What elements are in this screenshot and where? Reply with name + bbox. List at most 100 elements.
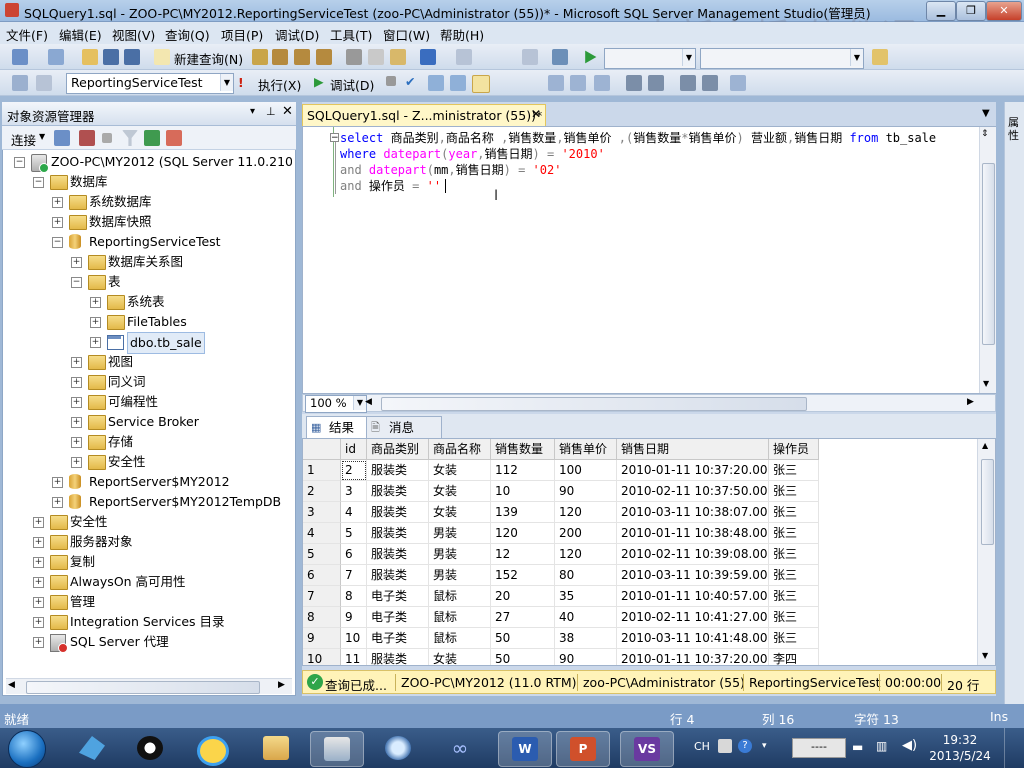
menu-query[interactable]: 查询(Q) bbox=[165, 25, 210, 44]
grid-cell[interactable]: 2010-01-11 10:37:20.000 bbox=[617, 649, 769, 665]
taskbar-word[interactable]: W bbox=[498, 731, 552, 767]
menu-debug[interactable]: 调试(D) bbox=[275, 25, 319, 44]
save-icon[interactable] bbox=[103, 49, 119, 65]
expand-node-icon[interactable]: + bbox=[90, 317, 101, 328]
scroll-down-icon[interactable]: ▼ bbox=[983, 379, 989, 388]
redo-icon[interactable] bbox=[456, 49, 472, 65]
column-header[interactable]: 操作员 bbox=[769, 439, 819, 460]
start-debug-icon[interactable] bbox=[585, 50, 597, 64]
show-desktop-button[interactable] bbox=[1004, 728, 1024, 768]
tree-node[interactable]: − 表 bbox=[6, 272, 292, 292]
expand-node-icon[interactable]: + bbox=[33, 557, 44, 568]
execute-button[interactable]: 执行(X) bbox=[258, 75, 301, 94]
help-icon[interactable]: ? bbox=[738, 739, 752, 753]
scroll-down-icon[interactable]: ▼ bbox=[982, 651, 988, 660]
collapse-node-icon[interactable]: − bbox=[52, 237, 63, 248]
collapse-node-icon[interactable]: − bbox=[71, 277, 82, 288]
results-to-grid-icon[interactable] bbox=[472, 75, 490, 93]
column-header[interactable]: 商品类别 bbox=[367, 439, 429, 460]
grid-cell[interactable]: 2010-03-11 10:38:07.000 bbox=[617, 502, 769, 523]
grid-cell[interactable]: 2010-03-11 10:39:59.000 bbox=[617, 565, 769, 586]
taskbar-powerpoint[interactable]: P bbox=[556, 731, 610, 767]
expand-node-icon[interactable]: + bbox=[52, 497, 63, 508]
column-header[interactable]: id bbox=[341, 439, 367, 460]
tree-node[interactable]: − ZOO-PC\MY2012 (SQL Server 11.0.2100 - bbox=[6, 152, 292, 173]
change-connection-icon[interactable] bbox=[36, 75, 52, 91]
results-to-file-icon[interactable] bbox=[570, 75, 586, 91]
tree-node[interactable]: + Integration Services 目录 bbox=[6, 612, 292, 632]
client-statistics-icon[interactable] bbox=[594, 75, 610, 91]
scroll-right-icon[interactable]: ▶ bbox=[278, 680, 285, 690]
stop-icon[interactable] bbox=[102, 133, 112, 143]
connect-object-explorer-icon[interactable] bbox=[54, 130, 70, 146]
row-number[interactable]: 7 bbox=[303, 586, 341, 607]
refresh-icon[interactable] bbox=[144, 130, 160, 146]
grid-cell[interactable]: 120 bbox=[555, 544, 617, 565]
expand-node-icon[interactable]: + bbox=[33, 597, 44, 608]
taskbar-qq[interactable] bbox=[124, 731, 176, 765]
grid-cell[interactable]: 7 bbox=[341, 565, 367, 586]
connect-icon[interactable] bbox=[12, 75, 28, 91]
collapse-node-icon[interactable]: − bbox=[14, 157, 25, 168]
grid-cell[interactable]: 女装 bbox=[429, 649, 491, 665]
grid-cell[interactable]: 服装类 bbox=[367, 523, 429, 544]
column-header[interactable]: 销售单价 bbox=[555, 439, 617, 460]
editor-scroll-thumb[interactable] bbox=[982, 163, 995, 345]
column-header[interactable]: 商品名称 bbox=[429, 439, 491, 460]
row-number[interactable]: 5 bbox=[303, 544, 341, 565]
network-icon[interactable]: ▥ bbox=[876, 739, 887, 753]
grid-cell[interactable]: 电子类 bbox=[367, 607, 429, 628]
cancel-query-icon[interactable] bbox=[386, 76, 396, 86]
grid-cell[interactable]: 9 bbox=[341, 607, 367, 628]
tree-node[interactable]: + ReportServer$MY2012 bbox=[6, 472, 292, 492]
solution-config-select[interactable]: ▼ bbox=[604, 48, 696, 69]
expand-node-icon[interactable]: + bbox=[33, 577, 44, 588]
grid-cell[interactable]: 2010-03-11 10:41:48.000 bbox=[617, 628, 769, 649]
close-button[interactable]: ✕ bbox=[986, 1, 1022, 21]
tree-scroll-thumb[interactable] bbox=[26, 681, 260, 694]
taskbar-ssms[interactable] bbox=[310, 731, 364, 767]
scroll-right-icon[interactable]: ▶ bbox=[967, 397, 974, 407]
grid-cell[interactable]: 女装 bbox=[429, 481, 491, 502]
grid-cell[interactable]: 139 bbox=[491, 502, 555, 523]
editor-hscroll-thumb[interactable] bbox=[381, 397, 807, 411]
grid-cell[interactable]: 2010-02-11 10:39:08.000 bbox=[617, 544, 769, 565]
tree-node[interactable]: + AlwaysOn 高可用性 bbox=[6, 572, 292, 592]
analysis-mdx-icon[interactable] bbox=[272, 49, 288, 65]
taskbar-feiyu[interactable] bbox=[66, 731, 118, 765]
grid-vertical-scrollbar[interactable]: ▲ ▼ bbox=[977, 439, 995, 665]
connect-button[interactable]: 连接 bbox=[11, 130, 36, 149]
expand-node-icon[interactable]: + bbox=[52, 217, 63, 228]
activity-monitor-icon[interactable] bbox=[166, 130, 182, 146]
tree-node[interactable]: + SQL Server 代理 bbox=[6, 632, 292, 653]
start-orb-icon[interactable] bbox=[8, 730, 46, 768]
expand-node-icon[interactable]: + bbox=[71, 377, 82, 388]
grid-cell[interactable]: 2010-01-11 10:40:57.000 bbox=[617, 586, 769, 607]
split-icon[interactable]: ⇕ bbox=[981, 129, 989, 139]
grid-cell[interactable]: 张三 bbox=[769, 544, 819, 565]
filter-icon[interactable] bbox=[122, 130, 138, 146]
grid-cell[interactable]: 80 bbox=[555, 565, 617, 586]
grid-cell[interactable]: 张三 bbox=[769, 607, 819, 628]
results-to-text-icon[interactable] bbox=[548, 75, 564, 91]
grid-corner[interactable] bbox=[303, 439, 341, 460]
minimize-button[interactable]: ▁ bbox=[926, 1, 956, 21]
tree-node[interactable]: + 视图 bbox=[6, 352, 292, 372]
grid-cell[interactable]: 电子类 bbox=[367, 586, 429, 607]
new-query-icon[interactable] bbox=[154, 49, 170, 65]
collapse-node-icon[interactable]: − bbox=[33, 177, 44, 188]
panel-menu-icon[interactable]: ▾ bbox=[250, 106, 255, 117]
tree-node[interactable]: + 存储 bbox=[6, 432, 292, 452]
tree-node[interactable]: + dbo.tb_sale bbox=[6, 332, 292, 354]
tree-node[interactable]: − ReportingServiceTest bbox=[6, 232, 292, 252]
tree-node[interactable]: + 复制 bbox=[6, 552, 292, 572]
properties-side-tab[interactable]: 属性 bbox=[1008, 116, 1022, 142]
grid-cell[interactable]: 152 bbox=[491, 565, 555, 586]
grid-cell[interactable]: 20 bbox=[491, 586, 555, 607]
clock[interactable]: 19:32 2013/5/24 bbox=[928, 732, 992, 764]
row-number[interactable]: 8 bbox=[303, 607, 341, 628]
scroll-left-icon[interactable]: ◀ bbox=[8, 680, 15, 690]
tree-node[interactable]: + 可编程性 bbox=[6, 392, 292, 412]
paste-icon[interactable] bbox=[390, 49, 406, 65]
grid-cell[interactable]: 张三 bbox=[769, 586, 819, 607]
